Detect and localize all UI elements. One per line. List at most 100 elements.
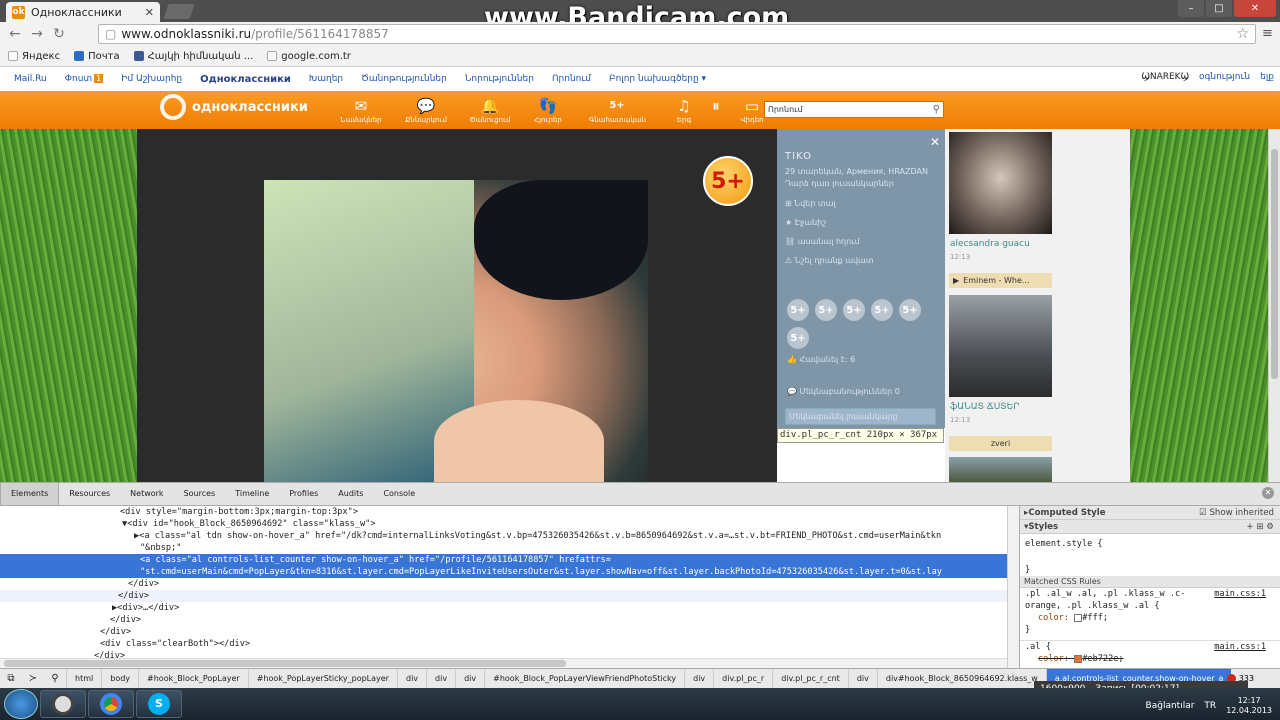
element-style-rule[interactable]: element.style {: [1020, 538, 1280, 550]
nav-ratings[interactable]: 5+ Գնահատական: [589, 96, 646, 124]
show-inherited-checkbox[interactable]: ☑ Show inherited: [1199, 506, 1280, 519]
styles-toolbar[interactable]: + ⊞ ⚙: [1246, 520, 1280, 533]
breadcrumb[interactable]: div: [455, 668, 484, 689]
profile-photo[interactable]: [264, 180, 648, 482]
breadcrumb[interactable]: div: [847, 668, 877, 689]
portal-link-dating[interactable]: Ծանոթություններ: [361, 74, 447, 84]
nav-discussions[interactable]: 💬 Քննարկում: [398, 96, 454, 124]
bookmark-yandex[interactable]: Яндекс: [8, 51, 60, 62]
report-action[interactable]: ⚠ Նշել դրանք ավատ: [785, 251, 937, 270]
dom-line[interactable]: </div>: [0, 590, 1007, 602]
dom-line[interactable]: ▼<div id="hook_Block_8650964692" class="…: [0, 518, 1007, 530]
tab-profiles[interactable]: Profiles: [279, 483, 328, 505]
dom-line[interactable]: <div class="clearBoth"></div>: [0, 638, 1007, 650]
owner-name[interactable]: TIKO: [785, 151, 937, 162]
breadcrumb[interactable]: body: [101, 668, 138, 689]
rating-circle[interactable]: 5+: [815, 299, 837, 321]
new-tab-button[interactable]: [163, 4, 195, 19]
dock-icon[interactable]: ⧉: [0, 673, 22, 684]
nav-guests[interactable]: 👣 Հյուրեր: [520, 96, 576, 124]
nav-messages[interactable]: ✉ Նամակներ: [333, 96, 389, 124]
comments-count[interactable]: 💬 Մեկնաբանություններ 0: [787, 387, 900, 396]
portal-link-myworld[interactable]: Իմ Աշխարհը: [121, 74, 182, 84]
breadcrumb[interactable]: #hook_Block_PopLayer: [138, 668, 248, 689]
maximize-icon[interactable]: □: [1206, 0, 1232, 17]
likes-count[interactable]: 👍 Հավանել է: 6: [787, 355, 855, 364]
tab-resources[interactable]: Resources: [59, 483, 120, 505]
dom-tree[interactable]: <div style="margin-bottom:3px;margin-top…: [0, 506, 1007, 658]
ok-logo[interactable]: одноклассники: [160, 94, 308, 120]
dom-horizontal-scrollbar[interactable]: [0, 658, 1007, 668]
search-icon[interactable]: ⚲: [933, 104, 940, 115]
browser-tab[interactable]: ok Одноклассники ✕: [6, 2, 160, 22]
scrollbar-thumb[interactable]: [1271, 149, 1278, 379]
help-link[interactable]: օգնություն: [1199, 72, 1250, 82]
dom-line-selected[interactable]: <a class="al controls-list_counter show-…: [0, 554, 1007, 566]
search-icon[interactable]: ⚲: [44, 673, 66, 684]
rating-circle[interactable]: 5+: [843, 299, 865, 321]
tab-audits[interactable]: Audits: [328, 483, 373, 505]
tab-elements[interactable]: Elements: [0, 483, 60, 505]
bookmark-facebook[interactable]: Հայկի հիմնական ...: [133, 51, 253, 62]
css-prop-overridden[interactable]: color: #eb722e;: [1020, 653, 1280, 665]
rating-circle[interactable]: 5+: [899, 299, 921, 321]
dom-line[interactable]: "&nbsp;": [0, 542, 1007, 554]
rating-circle[interactable]: 5+: [787, 299, 809, 321]
back-icon[interactable]: ←: [8, 26, 22, 42]
play-icon[interactable]: ▶: [953, 276, 959, 285]
add-friend-link[interactable]: Դարձ դառ լուսանկարներ: [785, 179, 937, 188]
page-scrollbar[interactable]: [1268, 129, 1280, 482]
link-action[interactable]: ⛓ ասանալ հղում: [785, 232, 937, 251]
rating-circle[interactable]: 5+: [787, 327, 809, 349]
tab-network[interactable]: Network: [120, 483, 173, 505]
breadcrumb[interactable]: div: [426, 668, 455, 689]
breadcrumb[interactable]: div#hook_Block_8650964692.klass_w: [876, 668, 1046, 689]
css-rule-2[interactable]: main.css:1 .al {: [1020, 640, 1280, 653]
friend-photo-thumbnail-2[interactable]: [949, 295, 1052, 397]
dom-line[interactable]: </div>: [0, 626, 1007, 638]
breadcrumb[interactable]: div.pl_pc_r_cnt: [772, 668, 848, 689]
bookmark-google[interactable]: google.com.tr: [267, 51, 351, 62]
portal-link-games[interactable]: Խաղեր: [309, 74, 343, 84]
rating-circle[interactable]: 5+: [871, 299, 893, 321]
css-source-link[interactable]: main.css:1: [1214, 588, 1280, 600]
forward-icon[interactable]: →: [30, 26, 44, 42]
friend-photo-thumbnail[interactable]: [949, 132, 1052, 234]
taskbar-app-skype[interactable]: S: [136, 690, 182, 718]
breadcrumb[interactable]: html: [66, 668, 101, 689]
ok-search-input[interactable]: Որոնում ⚲: [764, 101, 944, 118]
portal-link-search[interactable]: Որոնում: [552, 74, 591, 84]
portal-link-mailru[interactable]: Mail.Ru: [14, 74, 47, 84]
friend-name[interactable]: alecsandra guacu: [950, 239, 1030, 249]
breadcrumb[interactable]: div.pl_pc_r: [713, 668, 772, 689]
dom-line[interactable]: ▶<div>…</div>: [0, 602, 1007, 614]
address-bar[interactable]: ▢ www.odnoklassniki.ru/profile/561164178…: [98, 24, 1256, 44]
nav-notifications[interactable]: 🔔 Ծանուցում: [462, 96, 518, 124]
dom-line-selected[interactable]: "st.cmd=userMain&cmd=PopLayer&tkn=8316&s…: [0, 566, 1007, 578]
bookmark-action[interactable]: ★ Էջանիշ: [785, 213, 937, 232]
portal-link-odnoklassniki[interactable]: Одноклассники: [200, 74, 291, 85]
wrench-menu-icon[interactable]: ≡: [1262, 26, 1273, 41]
tab-close-icon[interactable]: ✕: [145, 6, 154, 19]
tab-sources[interactable]: Sources: [174, 483, 226, 505]
gift-action[interactable]: ⊞ Նվեր տալ: [785, 194, 937, 213]
friend-photo-thumbnail-3[interactable]: [949, 457, 1052, 482]
bookmark-star-icon[interactable]: ☆: [1236, 26, 1249, 42]
computed-style-header[interactable]: ▸ Computed Style ☑ Show inherited: [1020, 506, 1280, 520]
breadcrumb[interactable]: #hook_PopLayerSticky_popLayer: [247, 668, 397, 689]
start-button[interactable]: [4, 689, 38, 719]
clock[interactable]: 12:17 12.04.2013: [1226, 696, 1272, 716]
reload-icon[interactable]: ↻: [52, 26, 66, 42]
breadcrumb[interactable]: div: [684, 668, 713, 689]
dom-line[interactable]: <div style="margin-bottom:3px;margin-top…: [0, 506, 1007, 518]
bookmark-mail[interactable]: Почта: [74, 51, 120, 62]
network-label[interactable]: Bağlantılar: [1146, 701, 1195, 711]
minimize-icon[interactable]: –: [1178, 0, 1204, 17]
logout-link[interactable]: ելք: [1260, 72, 1274, 82]
tab-timeline[interactable]: Timeline: [225, 483, 279, 505]
dom-line[interactable]: </div>: [0, 614, 1007, 626]
taskbar-app-bandicam[interactable]: [40, 690, 86, 718]
portal-link-all-projects[interactable]: Բոլոր նախագծերը ▾: [609, 74, 706, 84]
username[interactable]: ϢNAREKϢ: [1141, 72, 1189, 82]
breadcrumb[interactable]: div: [396, 668, 426, 689]
